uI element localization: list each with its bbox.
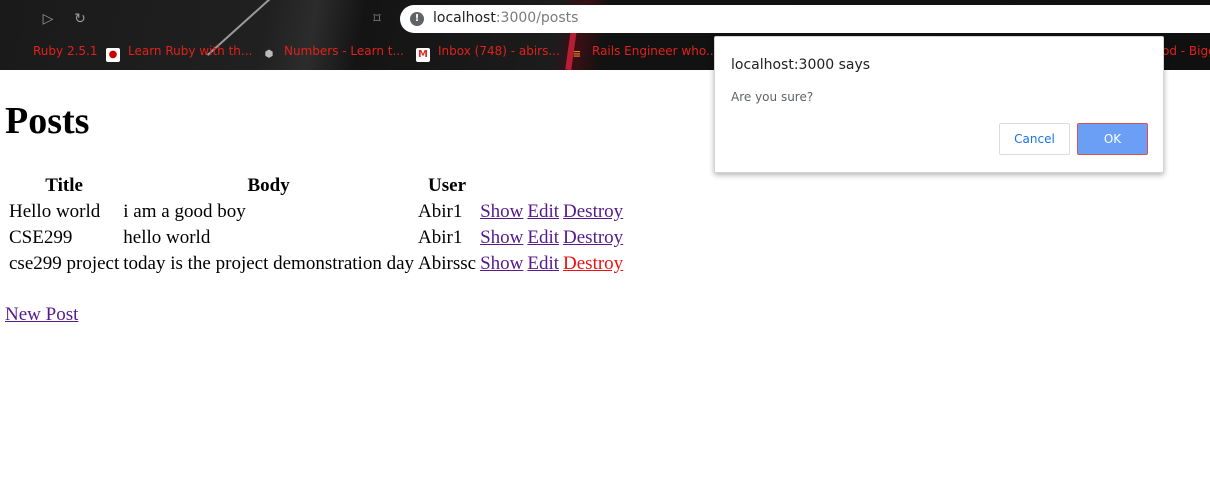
post-body: today is the project demonstration day (123, 253, 414, 274)
gmail-icon: M (416, 48, 430, 62)
column-header-actions (479, 174, 624, 198)
stackoverflow-icon: ≡ (572, 49, 582, 60)
destroy-link[interactable]: Destroy (563, 201, 623, 222)
destroy-link[interactable]: Destroy (563, 253, 623, 274)
column-header-title: Title (45, 175, 83, 196)
url-host: localhost (433, 10, 496, 26)
bookmark-item[interactable]: M Inbox (748) - abirs... (416, 44, 560, 62)
bookmark-item[interactable]: Ruby 2.5.1 (33, 44, 97, 58)
bookmark-label: Inbox (748) - abirs... (438, 44, 560, 58)
post-user: Abir1 (418, 227, 463, 248)
posts-table: Title Body User Hello world i am a good … (6, 172, 626, 278)
bookmark-label: od - Bigg (1162, 44, 1210, 58)
post-body: hello world (123, 227, 211, 248)
confirm-dialog: localhost:3000 says Are you sure? Cancel… (714, 36, 1164, 173)
post-title: cse299 project (9, 253, 120, 274)
bookmark-icon[interactable]: ⌑ (368, 9, 386, 29)
cancel-button[interactable]: Cancel (999, 123, 1070, 155)
dialog-origin: localhost:3000 says (731, 57, 871, 73)
url-text[interactable]: localhost:3000/posts (433, 10, 578, 26)
dialog-message: Are you sure? (731, 90, 814, 104)
show-link[interactable]: Show (480, 201, 523, 222)
bookmark-item[interactable]: ⬢ Numbers - Learn t... (262, 44, 404, 62)
address-bar[interactable]: ! localhost:3000/posts (400, 5, 1210, 33)
bookmark-label: Learn Ruby with th... (128, 44, 253, 58)
bookmark-item[interactable]: ≡ Rails Engineer who... (570, 44, 718, 62)
column-header-user: User (428, 175, 467, 196)
column-header-body: Body (247, 175, 290, 196)
url-path: :3000/posts (495, 10, 579, 26)
page-title: Posts (5, 100, 90, 142)
table-row: CSE299 hello world Abir1 Show Edit Destr… (8, 226, 624, 250)
bookmark-label: Rails Engineer who... (592, 44, 718, 58)
destroy-link[interactable]: Destroy (563, 227, 623, 248)
bookmark-item[interactable]: ● Learn Ruby with th... (106, 44, 252, 62)
post-user: Abir1 (418, 201, 463, 222)
ok-button[interactable]: OK (1077, 123, 1148, 155)
show-link[interactable]: Show (480, 227, 523, 248)
post-user: Abirssc (418, 253, 477, 274)
rubymine-icon: ● (106, 48, 120, 62)
table-header-row: Title Body User (8, 174, 624, 198)
post-body: i am a good boy (123, 201, 246, 222)
play-icon[interactable]: ▷ (38, 9, 58, 29)
site-info-icon[interactable]: ! (410, 12, 424, 26)
table-row: Hello world i am a good boy Abir1 Show E… (8, 200, 624, 224)
bookmark-label: Ruby 2.5.1 (33, 44, 98, 58)
hexagon-icon: ⬢ (264, 49, 274, 60)
bookmark-label: Numbers - Learn t... (284, 44, 404, 58)
reload-icon[interactable]: ↻ (70, 9, 90, 29)
post-title: Hello world (9, 201, 101, 222)
edit-link[interactable]: Edit (527, 201, 559, 222)
new-post-link[interactable]: New Post (5, 304, 78, 326)
show-link[interactable]: Show (480, 253, 523, 274)
post-title: CSE299 (9, 227, 73, 248)
table-row: cse299 project today is the project demo… (8, 252, 624, 276)
edit-link[interactable]: Edit (527, 253, 559, 274)
edit-link[interactable]: Edit (527, 227, 559, 248)
bookmark-item[interactable]: od - Bigg (1162, 44, 1210, 58)
